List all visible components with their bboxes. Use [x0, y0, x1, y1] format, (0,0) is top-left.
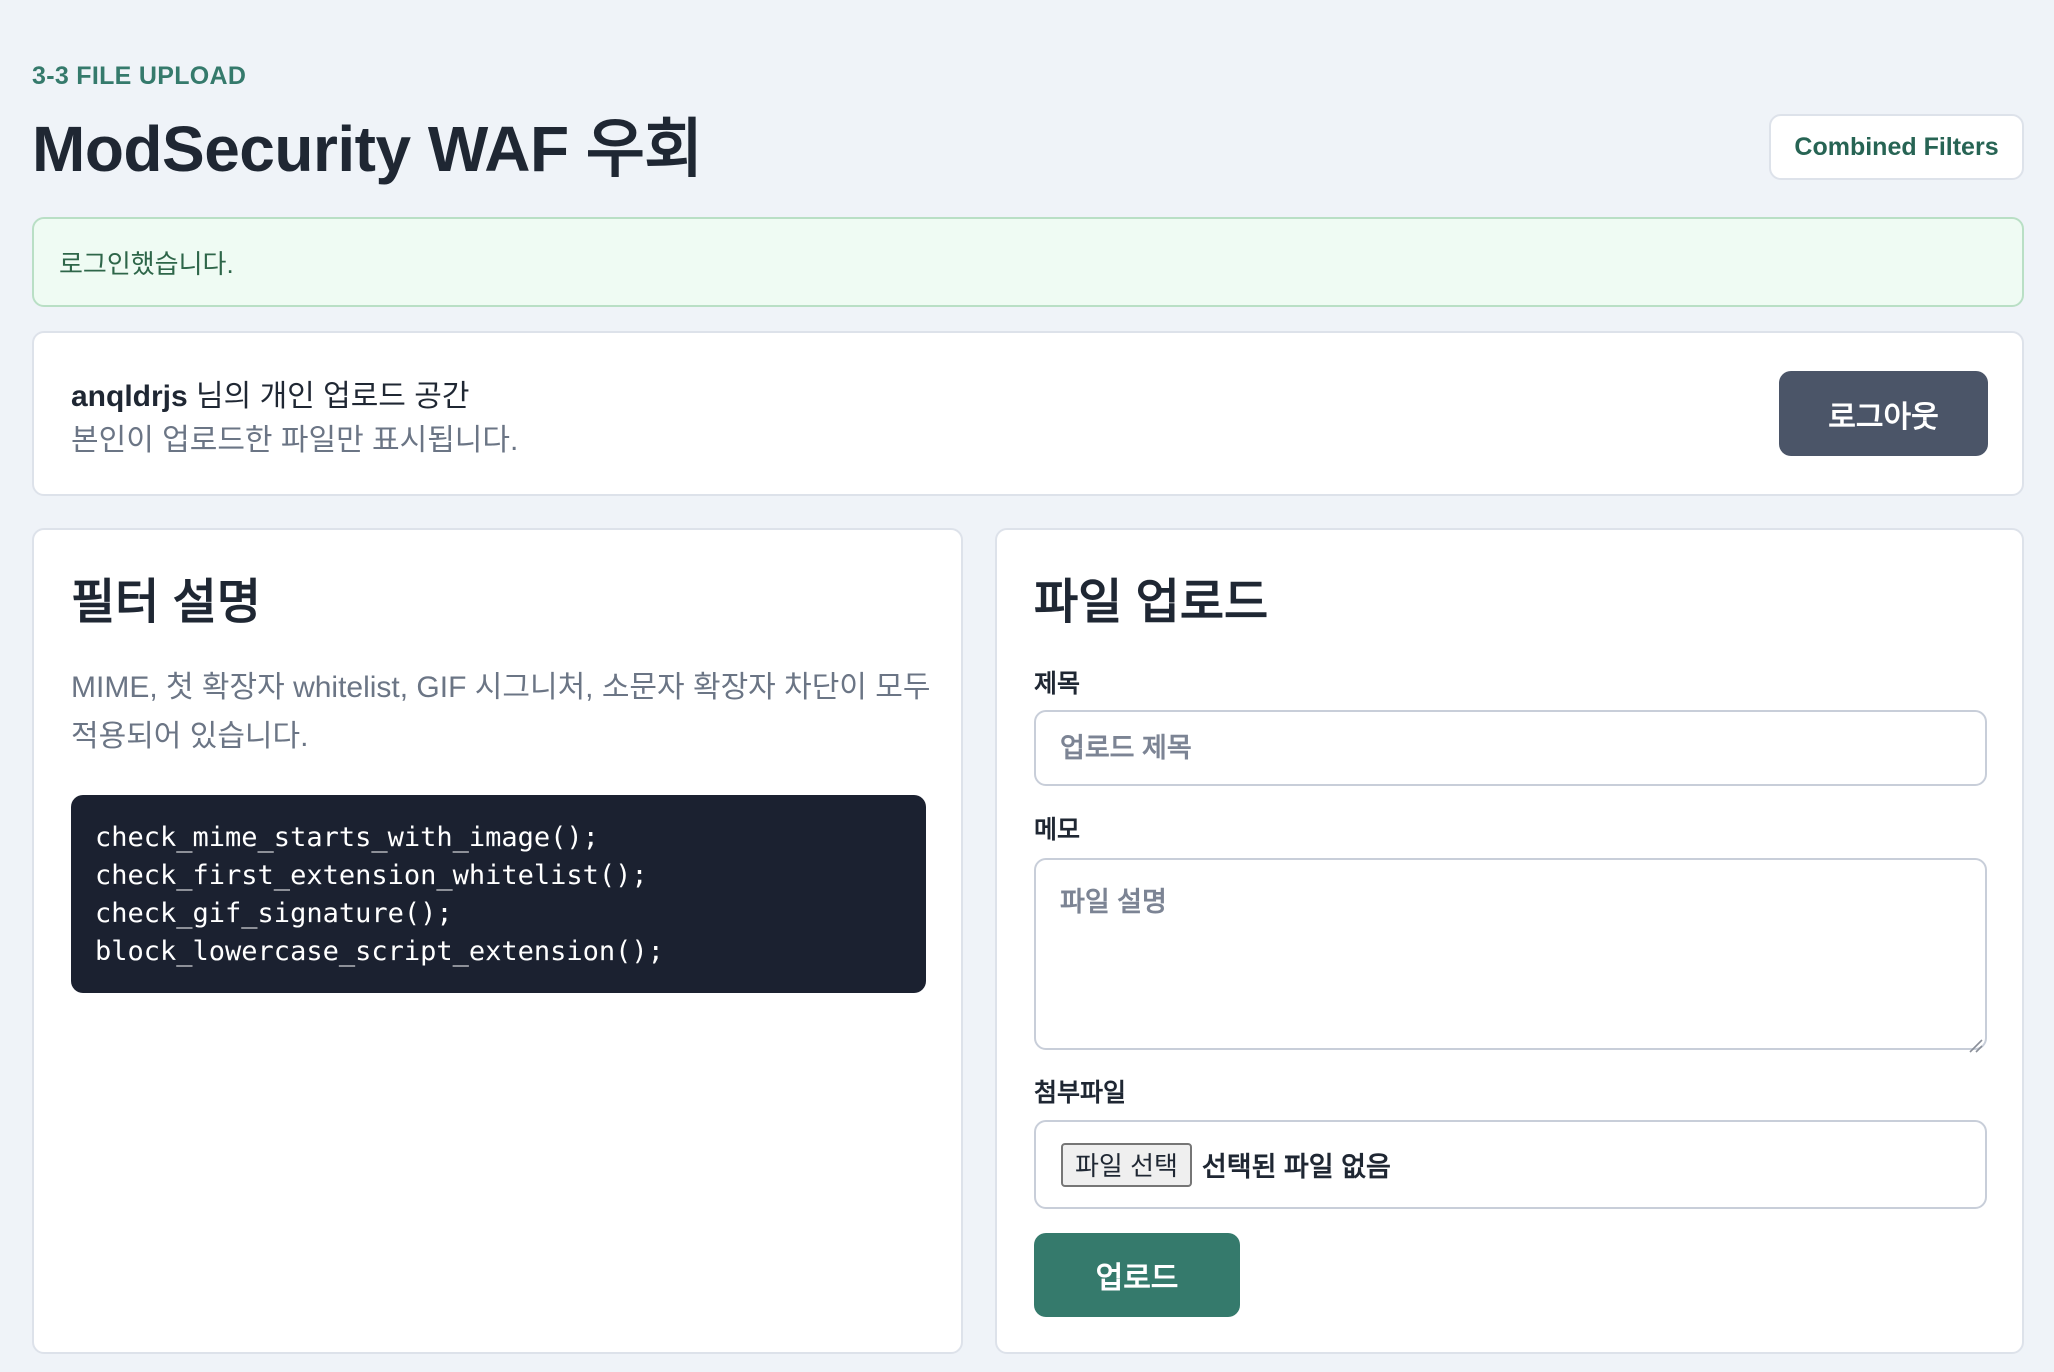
user-space-line: anqldrjs 님의 개인 업로드 공간 [71, 371, 469, 415]
user-space-subtitle: 본인이 업로드한 파일만 표시됩니다. [71, 424, 519, 457]
code-line: check_first_extension_whitelist(); [95, 860, 648, 891]
alert-message: 로그인했습니다. [59, 248, 234, 279]
page: 3-3 FILE UPLOAD ModSecurity WAF 우회 Combi… [0, 0, 2054, 1372]
filter-description-panel: 필터 설명 MIME, 첫 확장자 whitelist, GIF 시그니처, 소… [32, 528, 963, 1354]
filter-description: MIME, 첫 확장자 whitelist, GIF 시그니처, 소문자 확장자… [71, 671, 931, 753]
attachment-label: 첨부파일 [1034, 1079, 1127, 1107]
combined-filters-button[interactable]: Combined Filters [1769, 114, 2024, 180]
code-line: block_lowercase_script_extension(); [95, 936, 664, 967]
user-space-suffix: 님의 개인 업로드 공간 [187, 380, 470, 413]
file-choose-button[interactable]: 파일 선택 [1061, 1142, 1192, 1187]
title-label: 제목 [1034, 670, 1081, 698]
memo-label: 메모 [1034, 816, 1081, 844]
section-eyebrow: 3-3 FILE UPLOAD [32, 62, 247, 90]
upload-panel-heading: 파일 업로드 [1034, 576, 1269, 629]
file-upload-panel: 파일 업로드 제목 메모 첨부파일 파일 선택 선택된 파일 없음 업로드 [995, 528, 2024, 1354]
file-status: 선택된 파일 없음 [1201, 1152, 1391, 1182]
page-title: ModSecurity WAF 우회 [32, 113, 703, 185]
resize-handle-icon[interactable] [1967, 1037, 1983, 1053]
title-input[interactable] [1034, 710, 1987, 786]
upload-submit-button[interactable]: 업로드 [1034, 1233, 1240, 1317]
filter-panel-heading: 필터 설명 [71, 576, 261, 629]
filter-code-block: check_mime_starts_with_image(); check_fi… [71, 795, 926, 993]
code-line: check_gif_signature(); [95, 898, 453, 929]
file-input[interactable]: 파일 선택 선택된 파일 없음 [1034, 1120, 1987, 1209]
username: anqldrjs [71, 380, 188, 413]
memo-textarea[interactable] [1034, 858, 1987, 1050]
success-alert: 로그인했습니다. [32, 217, 2024, 307]
user-card: anqldrjs 님의 개인 업로드 공간 본인이 업로드한 파일만 표시됩니다… [32, 331, 2024, 496]
logout-button[interactable]: 로그아웃 [1779, 371, 1988, 456]
code-line: check_mime_starts_with_image(); [95, 822, 599, 853]
